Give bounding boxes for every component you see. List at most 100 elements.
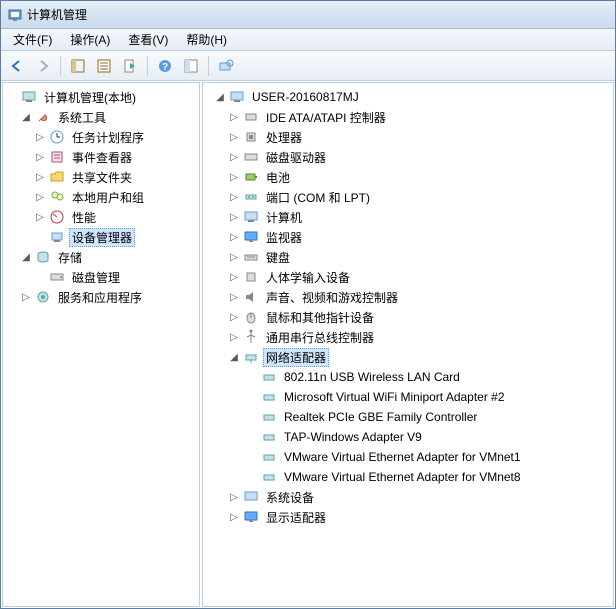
help-button[interactable]: ? [153, 54, 177, 78]
expand-icon[interactable]: ▷ [33, 210, 47, 224]
expand-icon[interactable]: ▷ [227, 150, 241, 164]
scan-button[interactable] [214, 54, 238, 78]
device-disk-drives[interactable]: ▷ 磁盘驱动器 [205, 147, 611, 167]
tree-label: 磁盘管理 [69, 268, 123, 287]
tree-event-viewer[interactable]: ▷ 事件查看器 [5, 147, 197, 167]
collapse-icon[interactable]: ◢ [213, 90, 227, 104]
forward-button[interactable] [31, 54, 55, 78]
device-hid[interactable]: ▷ 人体学输入设备 [205, 267, 611, 287]
tree-system-tools[interactable]: ◢ 系统工具 [5, 107, 197, 127]
expand-icon[interactable]: ▷ [227, 310, 241, 324]
device-net-item[interactable]: ▷ Microsoft Virtual WiFi Miniport Adapte… [205, 387, 611, 407]
menubar: 文件(F) 操作(A) 查看(V) 帮助(H) [1, 29, 615, 51]
computer-icon [229, 89, 245, 105]
expand-icon[interactable]: ▷ [19, 290, 33, 304]
device-net-item[interactable]: ▷ TAP-Windows Adapter V9 [205, 427, 611, 447]
device-usb[interactable]: ▷ 通用串行总线控制器 [205, 327, 611, 347]
menu-action[interactable]: 操作(A) [62, 29, 118, 50]
device-computer[interactable]: ▷ 计算机 [205, 207, 611, 227]
svg-text:?: ? [162, 62, 168, 73]
expand-icon[interactable]: ▷ [227, 290, 241, 304]
device-net-item[interactable]: ▷ Realtek PCIe GBE Family Controller [205, 407, 611, 427]
device-net-item[interactable]: ▷ 802.11n USB Wireless LAN Card [205, 367, 611, 387]
tree-task-scheduler[interactable]: ▷ 任务计划程序 [5, 127, 197, 147]
expand-icon[interactable]: ▷ [33, 170, 47, 184]
keyboard-icon [243, 249, 259, 265]
tree-label: 计算机管理(本地) [41, 88, 139, 107]
expand-icon[interactable]: ▷ [33, 190, 47, 204]
services-icon [35, 289, 51, 305]
expand-icon[interactable]: ▷ [227, 210, 241, 224]
tree-label: 显示适配器 [263, 508, 329, 527]
device-keyboards[interactable]: ▷ 键盘 [205, 247, 611, 267]
show-hide-tree-button[interactable] [66, 54, 90, 78]
expand-icon[interactable]: ▷ [227, 190, 241, 204]
tree-local-users[interactable]: ▷ 本地用户和组 [5, 187, 197, 207]
tree-root[interactable]: ▷ 计算机管理(本地) [5, 87, 197, 107]
refresh-button[interactable] [179, 54, 203, 78]
expand-icon[interactable]: ▷ [227, 490, 241, 504]
device-net-item[interactable]: ▷ VMware Virtual Ethernet Adapter for VM… [205, 467, 611, 487]
tree-label: 磁盘驱动器 [263, 148, 329, 167]
tree-label: 802.11n USB Wireless LAN Card [281, 369, 463, 385]
expand-icon[interactable]: ▷ [33, 150, 47, 164]
tree-label: 端口 (COM 和 LPT) [263, 188, 373, 207]
device-net-item[interactable]: ▷ VMware Virtual Ethernet Adapter for VM… [205, 447, 611, 467]
device-ports[interactable]: ▷ 端口 (COM 和 LPT) [205, 187, 611, 207]
window-title: 计算机管理 [27, 6, 87, 23]
tree-label: 电池 [263, 168, 293, 187]
tree-label: 事件查看器 [69, 148, 135, 167]
expand-icon[interactable]: ▷ [227, 270, 241, 284]
tree-label: USER-20160817MJ [249, 89, 362, 105]
tree-disk-mgmt[interactable]: ▷ 磁盘管理 [5, 267, 197, 287]
expand-icon[interactable]: ▷ [33, 130, 47, 144]
properties-button[interactable] [92, 54, 116, 78]
expand-icon[interactable]: ▷ [227, 110, 241, 124]
expand-icon[interactable]: ▷ [227, 250, 241, 264]
back-button[interactable] [5, 54, 29, 78]
device-monitors[interactable]: ▷ 监视器 [205, 227, 611, 247]
nic-icon [261, 469, 277, 485]
collapse-icon[interactable]: ◢ [19, 110, 33, 124]
nic-icon [261, 389, 277, 405]
device-battery[interactable]: ▷ 电池 [205, 167, 611, 187]
toolbar-separator [208, 56, 209, 76]
disk-icon [49, 269, 65, 285]
collapse-icon[interactable]: ◢ [227, 350, 241, 364]
tree-performance[interactable]: ▷ 性能 [5, 207, 197, 227]
tree-shared-folders[interactable]: ▷ 共享文件夹 [5, 167, 197, 187]
tree-device-manager[interactable]: ▷ 设备管理器 [5, 227, 197, 247]
tree-services-apps[interactable]: ▷ 服务和应用程序 [5, 287, 197, 307]
device-mouse[interactable]: ▷ 鼠标和其他指针设备 [205, 307, 611, 327]
tree-label: 通用串行总线控制器 [263, 328, 377, 347]
menu-file[interactable]: 文件(F) [5, 29, 60, 50]
expand-icon[interactable]: ▷ [227, 130, 241, 144]
nic-icon [261, 409, 277, 425]
device-ide[interactable]: ▷ IDE ATA/ATAPI 控制器 [205, 107, 611, 127]
device-network[interactable]: ◢ 网络适配器 [205, 347, 611, 367]
event-icon [49, 149, 65, 165]
expand-icon[interactable]: ▷ [227, 230, 241, 244]
expand-icon[interactable]: ▷ [227, 330, 241, 344]
device-sound[interactable]: ▷ 声音、视频和游戏控制器 [205, 287, 611, 307]
export-button[interactable] [118, 54, 142, 78]
expand-icon[interactable]: ▷ [227, 170, 241, 184]
device-system[interactable]: ▷ 系统设备 [205, 487, 611, 507]
tree-storage[interactable]: ◢ 存储 [5, 247, 197, 267]
mmc-tree: ▷ 计算机管理(本地) ◢ 系统工具 ▷ 任务计划程序 ▷ 事件查看器 [3, 83, 199, 311]
storage-icon [35, 249, 51, 265]
left-pane: ▷ 计算机管理(本地) ◢ 系统工具 ▷ 任务计划程序 ▷ 事件查看器 [2, 82, 200, 607]
monitor-icon [243, 229, 259, 245]
tree-label: 监视器 [263, 228, 305, 247]
tree-label: 处理器 [263, 128, 305, 147]
menu-help[interactable]: 帮助(H) [178, 29, 235, 50]
tree-label: Realtek PCIe GBE Family Controller [281, 409, 480, 425]
device-display[interactable]: ▷ 显示适配器 [205, 507, 611, 527]
expand-icon[interactable]: ▷ [227, 510, 241, 524]
collapse-icon[interactable]: ◢ [19, 250, 33, 264]
tree-label: 共享文件夹 [69, 168, 135, 187]
device-cpu[interactable]: ▷ 处理器 [205, 127, 611, 147]
device-tree: ◢ USER-20160817MJ ▷ IDE ATA/ATAPI 控制器 ▷ … [203, 83, 613, 531]
device-root[interactable]: ◢ USER-20160817MJ [205, 87, 611, 107]
menu-view[interactable]: 查看(V) [120, 29, 176, 50]
